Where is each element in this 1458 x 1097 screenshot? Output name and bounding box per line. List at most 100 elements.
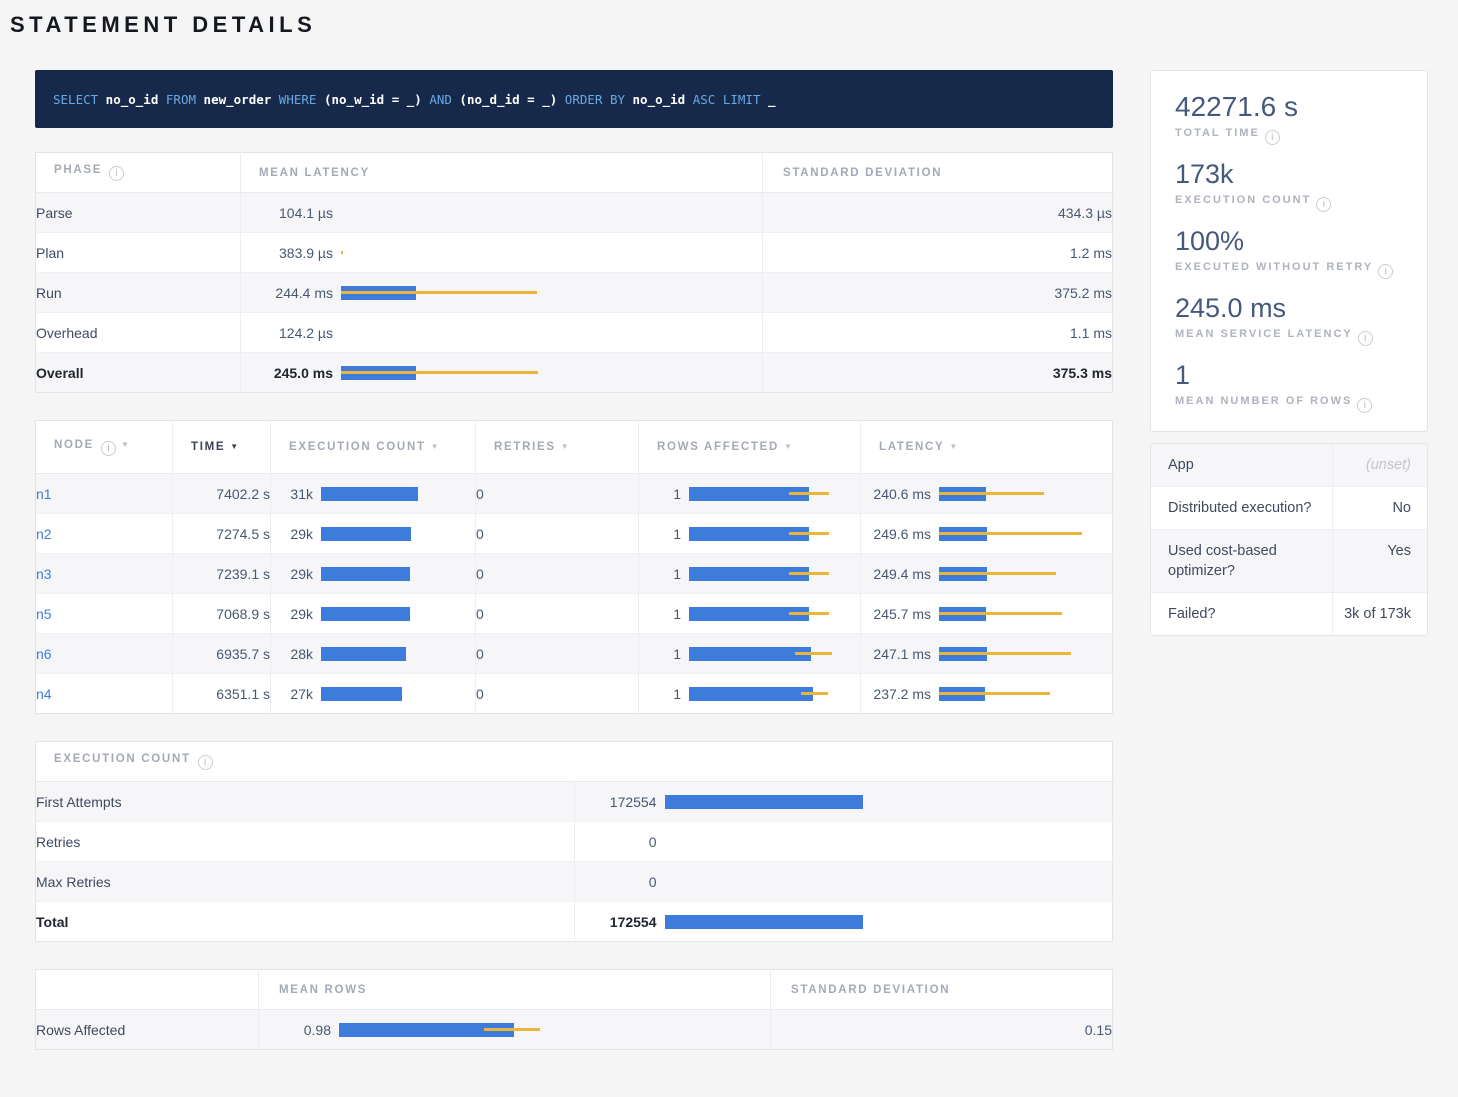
node-link-n3[interactable]: n3 <box>36 566 52 582</box>
bar-track <box>341 286 541 300</box>
phase-table-row: Run244.4 ms375.2 ms <box>36 273 1113 313</box>
empty-header-cell <box>36 970 259 1010</box>
summary-sidebar: 42271.6 s TOTAL TIMEi 173k EXECUTION COU… <box>1150 70 1428 636</box>
bar-track <box>665 875 865 889</box>
bar-track <box>689 607 844 621</box>
sql-keyword: ASC LIMIT <box>685 92 760 107</box>
rows-affected-cell: 1 <box>639 514 860 553</box>
node-table-row: n66935.7 s28k01247.1 ms <box>36 634 1113 674</box>
latency-cell: 249.4 ms <box>861 554 1112 593</box>
bar-track <box>689 527 844 541</box>
latency-cell: 240.6 ms <box>861 474 1112 513</box>
latency-value: 249.6 ms <box>861 526 931 542</box>
mean-latency-value: 383.9 µs <box>241 245 333 261</box>
execution-count-title-label: EXECUTION COUNT <box>54 753 191 765</box>
mean-bar <box>321 567 410 581</box>
attribute-row-app: App (unset) <box>1151 444 1427 486</box>
bar-track <box>321 567 456 581</box>
sql-keyword: FROM <box>158 92 196 107</box>
mean-latency-cell: 383.9 µs <box>241 233 762 272</box>
column-header-rows-affected[interactable]: ROWS AFFECTED▼ <box>639 421 861 474</box>
info-icon[interactable]: i <box>109 166 124 181</box>
retries-value: 0 <box>476 674 639 714</box>
info-icon[interactable]: i <box>198 755 213 770</box>
rows-affected-cell: 1 <box>639 554 860 593</box>
latency-value: 249.4 ms <box>861 566 931 582</box>
execution-count-cell: 27k <box>271 674 475 713</box>
node-cell: n6 <box>36 634 173 674</box>
node-link-n6[interactable]: n6 <box>36 646 52 662</box>
phase-table-row: Overall245.0 ms375.3 ms <box>36 353 1113 393</box>
rows-affected-value: 1 <box>639 566 681 582</box>
mean-latency: 244.4 ms <box>241 273 763 313</box>
stat-label: MEAN NUMBER OF ROWSi <box>1175 395 1403 413</box>
rows-affected: 1 <box>639 594 861 634</box>
mean-bar <box>689 647 811 661</box>
sql-keyword: WHERE <box>271 92 316 107</box>
stat-value: 245.0 ms <box>1175 292 1403 324</box>
phase-table: PHASEi MEAN LATENCY STANDARD DEVIATION P… <box>35 152 1113 393</box>
execution-count: 29k <box>271 554 476 594</box>
node-link-n1[interactable]: n1 <box>36 486 52 502</box>
column-header-time[interactable]: TIME▼ <box>173 421 271 474</box>
info-icon[interactable]: i <box>101 441 116 456</box>
node-cell: n2 <box>36 514 173 554</box>
count-value: 0 <box>575 874 657 890</box>
stat-total-time: 42271.6 s TOTAL TIMEi <box>1175 91 1403 145</box>
attribute-value: 3k of 173k <box>1332 593 1427 635</box>
info-icon[interactable]: i <box>1358 331 1373 346</box>
standard-deviation-value: 1.2 ms <box>763 233 1113 273</box>
stddev-whisker <box>789 612 829 615</box>
node-link-n4[interactable]: n4 <box>36 686 52 702</box>
bar-track <box>689 487 844 501</box>
phase-label: Plan <box>36 233 241 273</box>
mean-bar <box>689 687 813 701</box>
bar-track <box>939 527 1089 541</box>
retries-value: 0 <box>476 474 639 514</box>
info-icon[interactable]: i <box>1378 264 1393 279</box>
phase-table-row: Plan383.9 µs 1.2 ms <box>36 233 1113 273</box>
stddev-whisker <box>939 572 1056 575</box>
sql-statement: SELECT no_o_id FROM new_order WHERE (no_… <box>35 70 1113 128</box>
info-icon[interactable]: i <box>1265 130 1280 145</box>
execution-count-value-cell: 0 <box>574 862 1113 902</box>
bar-track <box>321 527 456 541</box>
node-link-n2[interactable]: n2 <box>36 526 52 542</box>
latency-cell: 237.2 ms <box>861 674 1112 713</box>
phase-label: Parse <box>36 193 241 233</box>
phase-column-header: PHASEi <box>36 153 241 193</box>
rows-affected: 1 <box>639 674 861 714</box>
mean-latency-cell: 104.1 µs <box>241 193 762 232</box>
node-table-row: n57068.9 s29k01245.7 ms <box>36 594 1113 634</box>
node-link-n5[interactable]: n5 <box>36 606 52 622</box>
bar-track <box>339 1023 549 1037</box>
bar-track <box>939 647 1089 661</box>
rows-affected-value: 1 <box>639 646 681 662</box>
info-icon[interactable]: i <box>1316 197 1331 212</box>
execution-count-cell: 29k <box>271 594 475 633</box>
column-header-node[interactable]: NODEi▼ <box>36 421 173 474</box>
execution-count-row: Retries0 <box>36 822 1113 862</box>
bar-track <box>341 206 541 220</box>
column-header-execution-count[interactable]: EXECUTION COUNT▼ <box>271 421 476 474</box>
execution-count-value-cell: 172554 <box>574 782 1113 822</box>
mean-bar <box>321 647 406 661</box>
rows-affected-cell: 1 <box>639 674 860 713</box>
bar-track <box>939 687 1089 701</box>
standard-deviation-value: 0.15 <box>771 1010 1113 1050</box>
column-header-retries[interactable]: RETRIES▼ <box>476 421 639 474</box>
stat-execution-count: 173k EXECUTION COUNTi <box>1175 158 1403 212</box>
bar-track <box>341 326 541 340</box>
bar-track <box>689 567 844 581</box>
info-icon[interactable]: i <box>1357 398 1372 413</box>
stat-label-text: EXECUTED WITHOUT RETRY <box>1175 261 1373 273</box>
phase-label: Overall <box>36 353 241 393</box>
execution-count: 28k <box>271 634 476 674</box>
stat-value: 173k <box>1175 158 1403 190</box>
execution-count-row: First Attempts172554 <box>36 782 1113 822</box>
count-value: 172554 <box>575 794 657 810</box>
time-value: 7239.1 s <box>173 554 271 594</box>
sql-identifier: _ <box>760 92 775 107</box>
execution-count: 29k <box>271 594 476 634</box>
column-header-latency[interactable]: LATENCY▼ <box>861 421 1113 474</box>
